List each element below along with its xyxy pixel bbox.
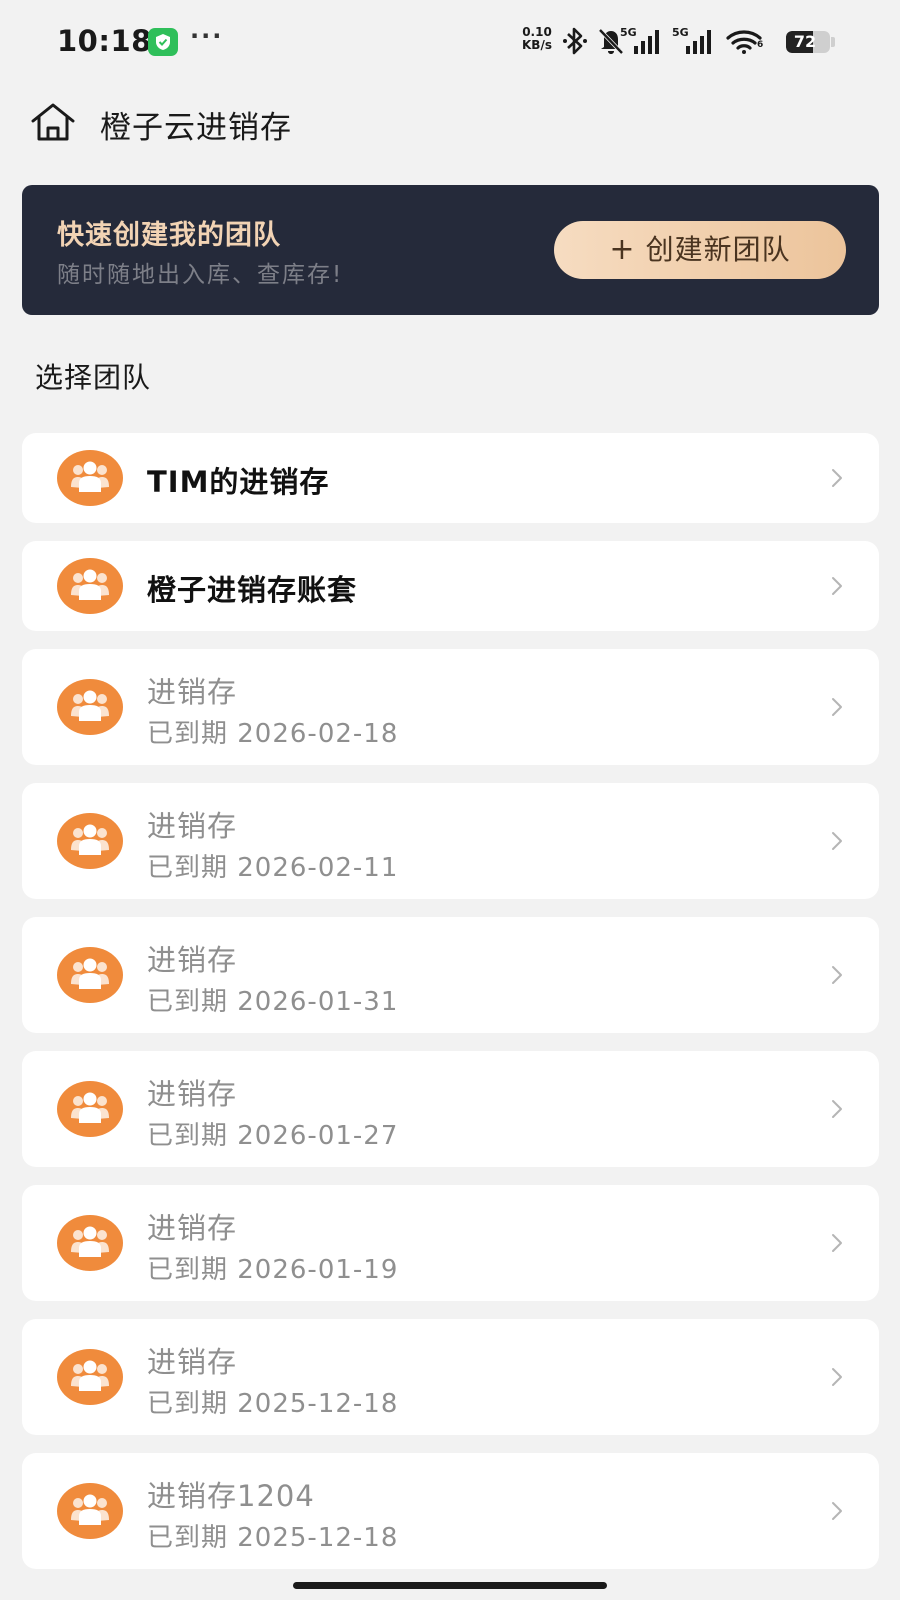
chevron-right-icon [831, 1501, 843, 1521]
team-name: 进销存 [147, 1211, 238, 1245]
team-card[interactable]: 橙子进销存账套 [22, 541, 879, 631]
bluetooth-icon [562, 26, 588, 60]
team-group-icon [57, 450, 123, 506]
network-speed-unit: KB/s [522, 38, 552, 52]
team-card[interactable]: 进销存已到期 2026-01-27 [22, 1051, 879, 1167]
team-group-icon [57, 947, 123, 1003]
chevron-right-icon [831, 697, 843, 717]
team-group-icon [57, 1215, 123, 1271]
create-team-banner: 快速创建我的团队 随时随地出入库、查库存! + 创建新团队 [22, 185, 879, 315]
wifi-label: 6 [757, 40, 764, 50]
chevron-right-icon [831, 468, 843, 488]
banner-title: 快速创建我的团队 [57, 220, 281, 251]
chevron-right-icon [831, 576, 843, 596]
team-group-icon [57, 558, 123, 614]
cell-signal-icon [634, 30, 664, 58]
team-name: 进销存 [147, 809, 238, 843]
chevron-right-icon [831, 831, 843, 851]
team-expiry: 已到期 2026-01-27 [147, 1121, 399, 1151]
app-header: 橙子云进销存 [0, 90, 900, 160]
create-team-button-label: 创建新团队 [645, 233, 791, 266]
team-group-icon [57, 1483, 123, 1539]
chevron-right-icon [831, 1233, 843, 1253]
team-group-icon [57, 1081, 123, 1137]
cell-signal-icon [686, 30, 716, 58]
team-card[interactable]: 进销存已到期 2026-01-19 [22, 1185, 879, 1301]
team-expiry: 已到期 2026-01-31 [147, 987, 399, 1017]
chevron-right-icon [831, 965, 843, 985]
battery-text: 72 [793, 32, 817, 51]
team-group-icon [57, 813, 123, 869]
team-name: 进销存 [147, 675, 238, 709]
create-team-button[interactable]: + 创建新团队 [554, 221, 846, 279]
team-group-icon [57, 1349, 123, 1405]
shield-app-icon [148, 28, 178, 56]
team-card[interactable]: 进销存1204 已到期 2025-12-18 [22, 1453, 879, 1569]
network-speed: 0.10 KB/s [517, 26, 557, 52]
team-name: 进销存 [147, 1345, 238, 1379]
home-indicator[interactable] [293, 1582, 607, 1589]
team-card[interactable]: TIM的进销存 [22, 433, 879, 523]
page-title: 橙子云进销存 [100, 110, 292, 146]
team-expiry: 已到期 2026-02-11 [147, 853, 399, 883]
battery-tip [831, 37, 835, 47]
status-bar: 10:18 ··· 0.10 KB/s 5G 5G 6 72 [0, 0, 900, 86]
team-name: 进销存 [147, 1077, 238, 1111]
team-expiry: 已到期 2026-01-19 [147, 1255, 399, 1285]
team-card[interactable]: 进销存已到期 2026-02-18 [22, 649, 879, 765]
chevron-right-icon [831, 1367, 843, 1387]
team-card[interactable]: 进销存已到期 2026-01-31 [22, 917, 879, 1033]
banner-subtitle: 随时随地出入库、查库存! [57, 262, 344, 288]
team-list: TIM的进销存 橙子进销存账套 进销存 已到期 2026-02-18 进销存 已到期 20… [22, 433, 879, 1587]
plus-icon: + [609, 232, 636, 267]
team-name: TIM的进销存 [147, 465, 330, 499]
chevron-right-icon [831, 1099, 843, 1119]
team-name: 橙子进销存账套 [147, 573, 358, 607]
section-label: 选择团队 [35, 361, 152, 394]
team-name: 进销存 [147, 943, 238, 977]
status-time: 10:18 [57, 24, 152, 58]
team-expiry: 已到期 2025-12-18 [147, 1389, 399, 1419]
home-icon[interactable] [30, 102, 76, 142]
team-card[interactable]: 进销存已到期 2026-02-11 [22, 783, 879, 899]
team-expiry: 已到期 2025-12-18 [147, 1523, 399, 1553]
team-group-icon [57, 679, 123, 735]
team-name: 进销存1204 [147, 1479, 315, 1513]
battery-icon: 72 [786, 31, 830, 53]
team-card[interactable]: 进销存已到期 2025-12-18 [22, 1319, 879, 1435]
more-notifications-icon: ··· [190, 22, 224, 50]
team-expiry: 已到期 2026-02-18 [147, 719, 399, 749]
